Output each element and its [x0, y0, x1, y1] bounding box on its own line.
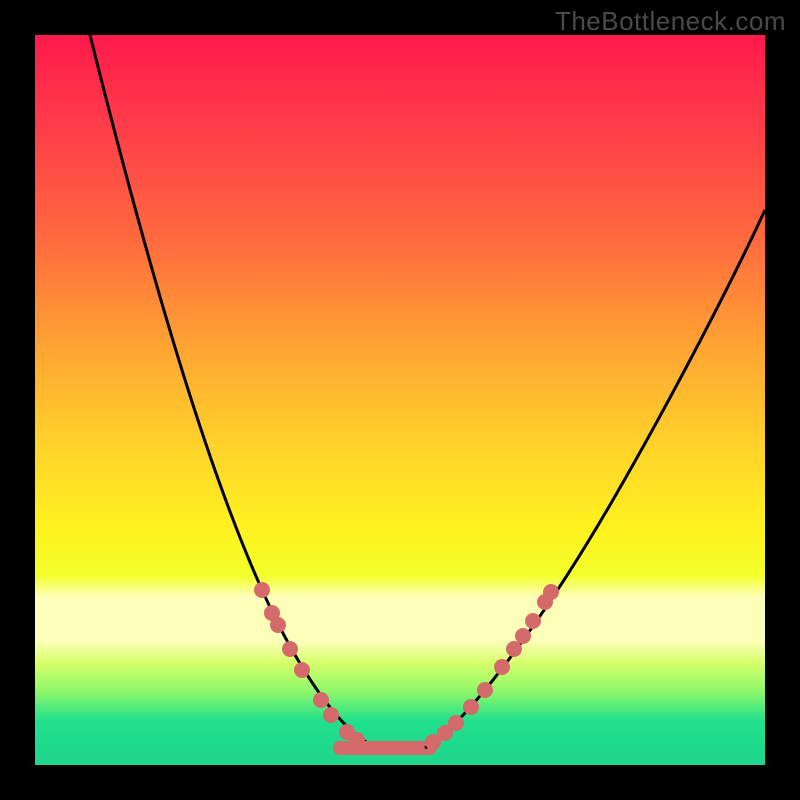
data-point-dot [270, 617, 286, 633]
data-point-dot [525, 613, 541, 629]
data-point-dot [282, 641, 298, 657]
data-point-dot [437, 725, 453, 741]
data-point-dot [448, 715, 464, 731]
data-point-dot [477, 682, 493, 698]
curve-svg [35, 35, 765, 765]
data-point-dot [506, 641, 522, 657]
data-point-dot [543, 584, 559, 600]
data-point-dot [463, 699, 479, 715]
data-point-dot [349, 732, 365, 748]
data-point-dot [294, 662, 310, 678]
data-point-dot [254, 582, 270, 598]
data-point-dot [494, 659, 510, 675]
watermark-text: TheBottleneck.com [555, 6, 786, 37]
data-point-dot [425, 734, 441, 750]
dots-left-group [254, 582, 365, 748]
data-point-dot [323, 707, 339, 723]
left-curve [90, 35, 385, 750]
data-point-dot [515, 628, 531, 644]
gradient-plot-area [35, 35, 765, 765]
data-point-dot [264, 605, 280, 621]
data-point-dot [537, 594, 553, 610]
right-curve [425, 210, 765, 748]
data-point-dot [313, 692, 329, 708]
dots-right-group [425, 584, 559, 750]
chart-frame: TheBottleneck.com [0, 0, 800, 800]
data-point-dot [339, 724, 355, 740]
